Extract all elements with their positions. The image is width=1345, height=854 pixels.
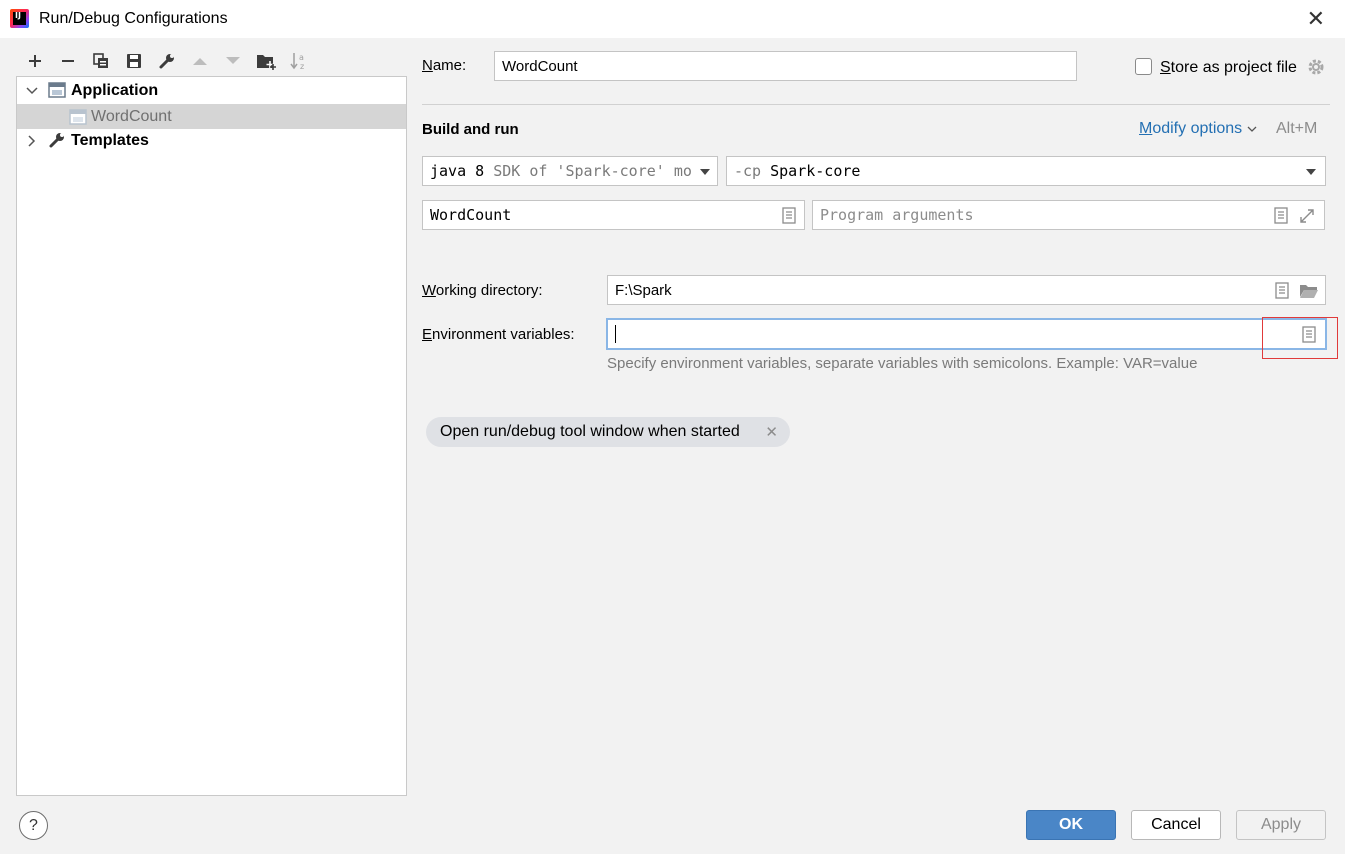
copy-icon[interactable] [84, 48, 117, 74]
chip-label: Open run/debug tool window when started [440, 423, 740, 440]
window-title: Run/Debug Configurations [39, 10, 228, 27]
configurations-toolbar: az [18, 48, 315, 74]
ok-button[interactable]: OK [1026, 810, 1116, 840]
cancel-button[interactable]: Cancel [1131, 810, 1221, 840]
browse-icon[interactable] [782, 207, 796, 224]
tree-item-templates-label: Templates [71, 131, 149, 149]
section-title: Build and run [422, 121, 519, 138]
tree-item-wordcount[interactable]: WordCount [17, 104, 406, 129]
environment-variables-field[interactable] [606, 318, 1327, 350]
help-button[interactable]: ? [19, 811, 48, 840]
main-class-field[interactable]: WordCount [422, 200, 805, 230]
minus-icon[interactable] [51, 48, 84, 74]
remove-option-icon[interactable]: ✕ [765, 423, 778, 441]
chevron-down-icon [1247, 126, 1257, 132]
tree-item-application-label: Application [71, 81, 159, 99]
separator [422, 104, 1330, 105]
configurations-tree: Application WordCount Templates [16, 76, 407, 796]
program-arguments-field[interactable]: Program arguments [812, 200, 1325, 230]
working-directory-label: Working directory: [422, 282, 543, 299]
tree-item-wordcount-label: WordCount [91, 107, 172, 125]
highlight-box [1262, 317, 1338, 359]
wrench-icon [49, 133, 64, 148]
browse-icon[interactable] [1274, 207, 1288, 224]
expand-icon[interactable] [1299, 208, 1315, 224]
apply-button[interactable]: Apply [1236, 810, 1326, 840]
working-directory-field[interactable]: F:\Spark [607, 275, 1326, 305]
name-label: Name: [422, 57, 467, 74]
modify-options-link[interactable]: Modify options [1139, 120, 1257, 138]
sort-alpha-icon[interactable]: az [282, 48, 315, 74]
store-as-project-label[interactable]: Store as project file [1160, 59, 1297, 77]
tree-item-templates[interactable]: Templates [17, 128, 406, 153]
modify-options-shortcut: Alt+M [1276, 120, 1318, 137]
application-icon [48, 82, 66, 98]
application-config-icon [69, 109, 87, 125]
tree-item-application[interactable]: Application [17, 78, 406, 103]
jre-select[interactable]: java 8 SDK of 'Spark-core' mo [422, 156, 718, 186]
intellij-app-icon: IJ [10, 9, 29, 28]
arrow-down-icon[interactable] [216, 48, 249, 74]
open-tool-window-option-chip[interactable]: Open run/debug tool window when started … [426, 417, 790, 447]
plus-icon[interactable] [18, 48, 51, 74]
new-folder-icon[interactable] [249, 48, 282, 74]
environment-variables-label: Environment variables: [422, 326, 575, 343]
dropdown-arrow-icon [1306, 169, 1316, 175]
svg-text:a: a [299, 53, 304, 62]
gear-icon[interactable] [1307, 58, 1325, 76]
chevron-down-icon[interactable] [25, 84, 39, 98]
close-icon[interactable]: ✕ [1307, 8, 1325, 30]
folder-icon[interactable] [1299, 283, 1319, 299]
svg-text:z: z [300, 62, 304, 71]
title-bar: IJ Run/Debug Configurations ✕ [0, 0, 1345, 38]
environment-variables-hint: Specify environment variables, separate … [607, 355, 1198, 372]
store-as-project-checkbox[interactable] [1135, 58, 1152, 75]
classpath-select[interactable]: -cp Spark-core [726, 156, 1326, 186]
name-field[interactable]: WordCount [494, 51, 1077, 81]
dropdown-arrow-icon [700, 169, 710, 175]
browse-icon[interactable] [1275, 282, 1289, 299]
arrow-up-icon[interactable] [183, 48, 216, 74]
save-icon[interactable] [117, 48, 150, 74]
wrench-icon[interactable] [150, 48, 183, 74]
chevron-right-icon[interactable] [25, 134, 39, 148]
text-cursor [615, 325, 616, 343]
